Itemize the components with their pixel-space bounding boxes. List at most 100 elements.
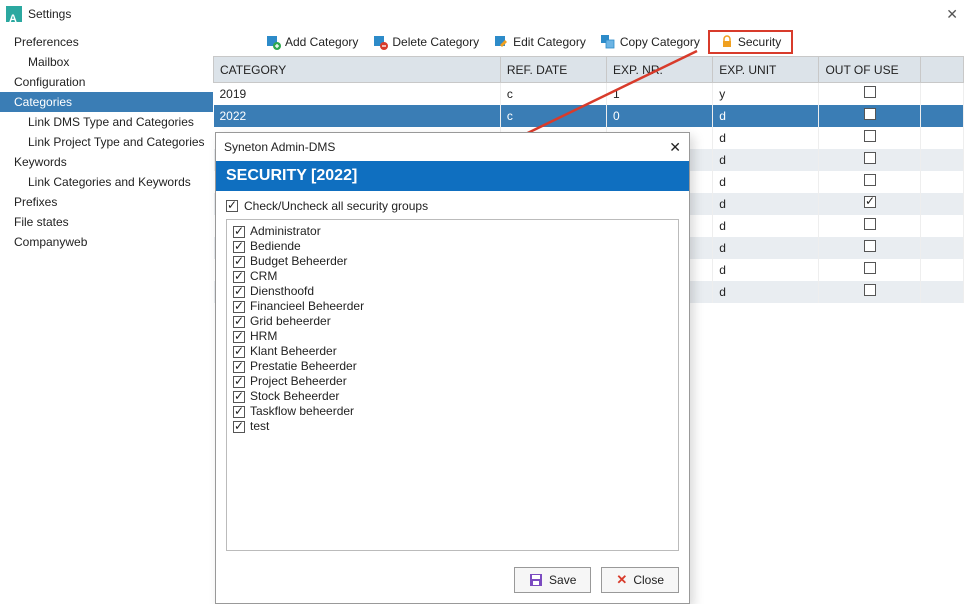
group-label: Prestatie Beheerder bbox=[250, 359, 357, 374]
sidebar-item[interactable]: Prefixes bbox=[0, 192, 213, 212]
security-group-item[interactable]: HRM bbox=[233, 329, 672, 344]
group-label: HRM bbox=[250, 329, 277, 344]
group-label: Financieel Beheerder bbox=[250, 299, 364, 314]
sidebar-item[interactable]: File states bbox=[0, 212, 213, 232]
security-group-item[interactable]: Prestatie Beheerder bbox=[233, 359, 672, 374]
checkbox-icon bbox=[233, 286, 245, 298]
out-of-use-checkbox[interactable] bbox=[864, 86, 876, 98]
lock-icon bbox=[720, 35, 734, 49]
add-category-label: Add Category bbox=[285, 35, 358, 49]
sidebar-item[interactable]: Configuration bbox=[0, 72, 213, 92]
add-category-button[interactable]: Add Category bbox=[259, 32, 364, 52]
column-header[interactable]: EXP. NR. bbox=[607, 57, 713, 83]
sidebar-item[interactable]: Companyweb bbox=[0, 232, 213, 252]
out-of-use-checkbox[interactable] bbox=[864, 262, 876, 274]
copy-category-label: Copy Category bbox=[620, 35, 700, 49]
security-group-item[interactable]: Diensthoofd bbox=[233, 284, 672, 299]
group-label: Project Beheerder bbox=[250, 374, 347, 389]
edit-icon bbox=[493, 34, 509, 50]
save-icon bbox=[529, 573, 543, 587]
out-of-use-checkbox[interactable] bbox=[864, 284, 876, 296]
security-dialog: Syneton Admin-DMS ✕ SECURITY [2022] Chec… bbox=[215, 132, 690, 604]
group-label: test bbox=[250, 419, 269, 434]
delete-icon bbox=[372, 34, 388, 50]
table-row[interactable]: 2022c0d bbox=[214, 105, 964, 127]
checkbox-icon bbox=[233, 241, 245, 253]
sidebar: PreferencesMailboxConfigurationCategorie… bbox=[0, 28, 213, 601]
group-label: Grid beheerder bbox=[250, 314, 331, 329]
out-of-use-checkbox[interactable] bbox=[864, 108, 876, 120]
save-label: Save bbox=[549, 573, 576, 587]
security-group-item[interactable]: Taskflow beheerder bbox=[233, 404, 672, 419]
sidebar-item[interactable]: Link DMS Type and Categories bbox=[0, 112, 213, 132]
table-row[interactable]: 2019c1y bbox=[214, 83, 964, 105]
column-header[interactable]: CATEGORY bbox=[214, 57, 501, 83]
dialog-footer: Save ✕ Close bbox=[216, 559, 689, 603]
delete-category-label: Delete Category bbox=[392, 35, 479, 49]
column-header[interactable]: REF. DATE bbox=[500, 57, 606, 83]
checkbox-icon bbox=[233, 406, 245, 418]
security-group-item[interactable]: Project Beheerder bbox=[233, 374, 672, 389]
sidebar-item[interactable]: Preferences bbox=[0, 32, 213, 52]
checkbox-icon bbox=[233, 391, 245, 403]
toolbar: Add Category Delete Category Edit Catego… bbox=[213, 28, 964, 56]
sidebar-item[interactable]: Keywords bbox=[0, 152, 213, 172]
dialog-close-icon[interactable]: ✕ bbox=[669, 139, 681, 156]
delete-category-button[interactable]: Delete Category bbox=[366, 32, 485, 52]
add-icon bbox=[265, 34, 281, 50]
edit-category-button[interactable]: Edit Category bbox=[487, 32, 592, 52]
checkbox-icon bbox=[233, 376, 245, 388]
out-of-use-checkbox[interactable] bbox=[864, 196, 876, 208]
app-icon bbox=[6, 6, 22, 22]
security-button[interactable]: Security bbox=[708, 30, 793, 54]
close-icon: ✕ bbox=[616, 572, 627, 588]
toggle-all-label: Check/Uncheck all security groups bbox=[244, 199, 428, 213]
checkbox-icon bbox=[233, 331, 245, 343]
out-of-use-checkbox[interactable] bbox=[864, 130, 876, 142]
sidebar-item[interactable]: Categories bbox=[0, 92, 213, 112]
sidebar-item[interactable]: Link Project Type and Categories bbox=[0, 132, 213, 152]
security-group-item[interactable]: CRM bbox=[233, 269, 672, 284]
checkbox-icon bbox=[233, 301, 245, 313]
checkbox-icon bbox=[233, 346, 245, 358]
column-header[interactable]: OUT OF USE bbox=[819, 57, 921, 83]
out-of-use-checkbox[interactable] bbox=[864, 218, 876, 230]
out-of-use-checkbox[interactable] bbox=[864, 240, 876, 252]
group-label: Budget Beheerder bbox=[250, 254, 347, 269]
checkbox-icon bbox=[226, 200, 238, 212]
edit-category-label: Edit Category bbox=[513, 35, 586, 49]
group-label: Klant Beheerder bbox=[250, 344, 337, 359]
group-label: CRM bbox=[250, 269, 277, 284]
window-titlebar: Settings ✕ bbox=[0, 0, 964, 28]
group-label: Bediende bbox=[250, 239, 301, 254]
security-group-item[interactable]: Administrator bbox=[233, 224, 672, 239]
security-group-item[interactable]: Klant Beheerder bbox=[233, 344, 672, 359]
close-button[interactable]: ✕ Close bbox=[601, 567, 679, 593]
dialog-titlebar: Syneton Admin-DMS ✕ bbox=[216, 133, 689, 161]
sidebar-item[interactable]: Mailbox bbox=[0, 52, 213, 72]
checkbox-icon bbox=[233, 361, 245, 373]
save-button[interactable]: Save bbox=[514, 567, 591, 593]
group-label: Administrator bbox=[250, 224, 321, 239]
security-group-item[interactable]: Budget Beheerder bbox=[233, 254, 672, 269]
group-label: Diensthoofd bbox=[250, 284, 314, 299]
dialog-title: Syneton Admin-DMS bbox=[224, 140, 669, 154]
checkbox-icon bbox=[233, 256, 245, 268]
security-group-item[interactable]: Grid beheerder bbox=[233, 314, 672, 329]
out-of-use-checkbox[interactable] bbox=[864, 174, 876, 186]
security-label: Security bbox=[738, 35, 781, 49]
security-group-item[interactable]: Financieel Beheerder bbox=[233, 299, 672, 314]
security-group-item[interactable]: Stock Beheerder bbox=[233, 389, 672, 404]
sidebar-item[interactable]: Link Categories and Keywords bbox=[0, 172, 213, 192]
group-label: Taskflow beheerder bbox=[250, 404, 354, 419]
column-header[interactable] bbox=[921, 57, 964, 83]
toggle-all-checkbox[interactable]: Check/Uncheck all security groups bbox=[226, 199, 679, 213]
out-of-use-checkbox[interactable] bbox=[864, 152, 876, 164]
security-group-item[interactable]: Bediende bbox=[233, 239, 672, 254]
window-title: Settings bbox=[28, 0, 946, 28]
copy-category-button[interactable]: Copy Category bbox=[594, 32, 706, 52]
security-group-item[interactable]: test bbox=[233, 419, 672, 434]
column-header[interactable]: EXP. UNIT bbox=[713, 57, 819, 83]
window-close-icon[interactable]: ✕ bbox=[946, 0, 958, 28]
checkbox-icon bbox=[233, 271, 245, 283]
